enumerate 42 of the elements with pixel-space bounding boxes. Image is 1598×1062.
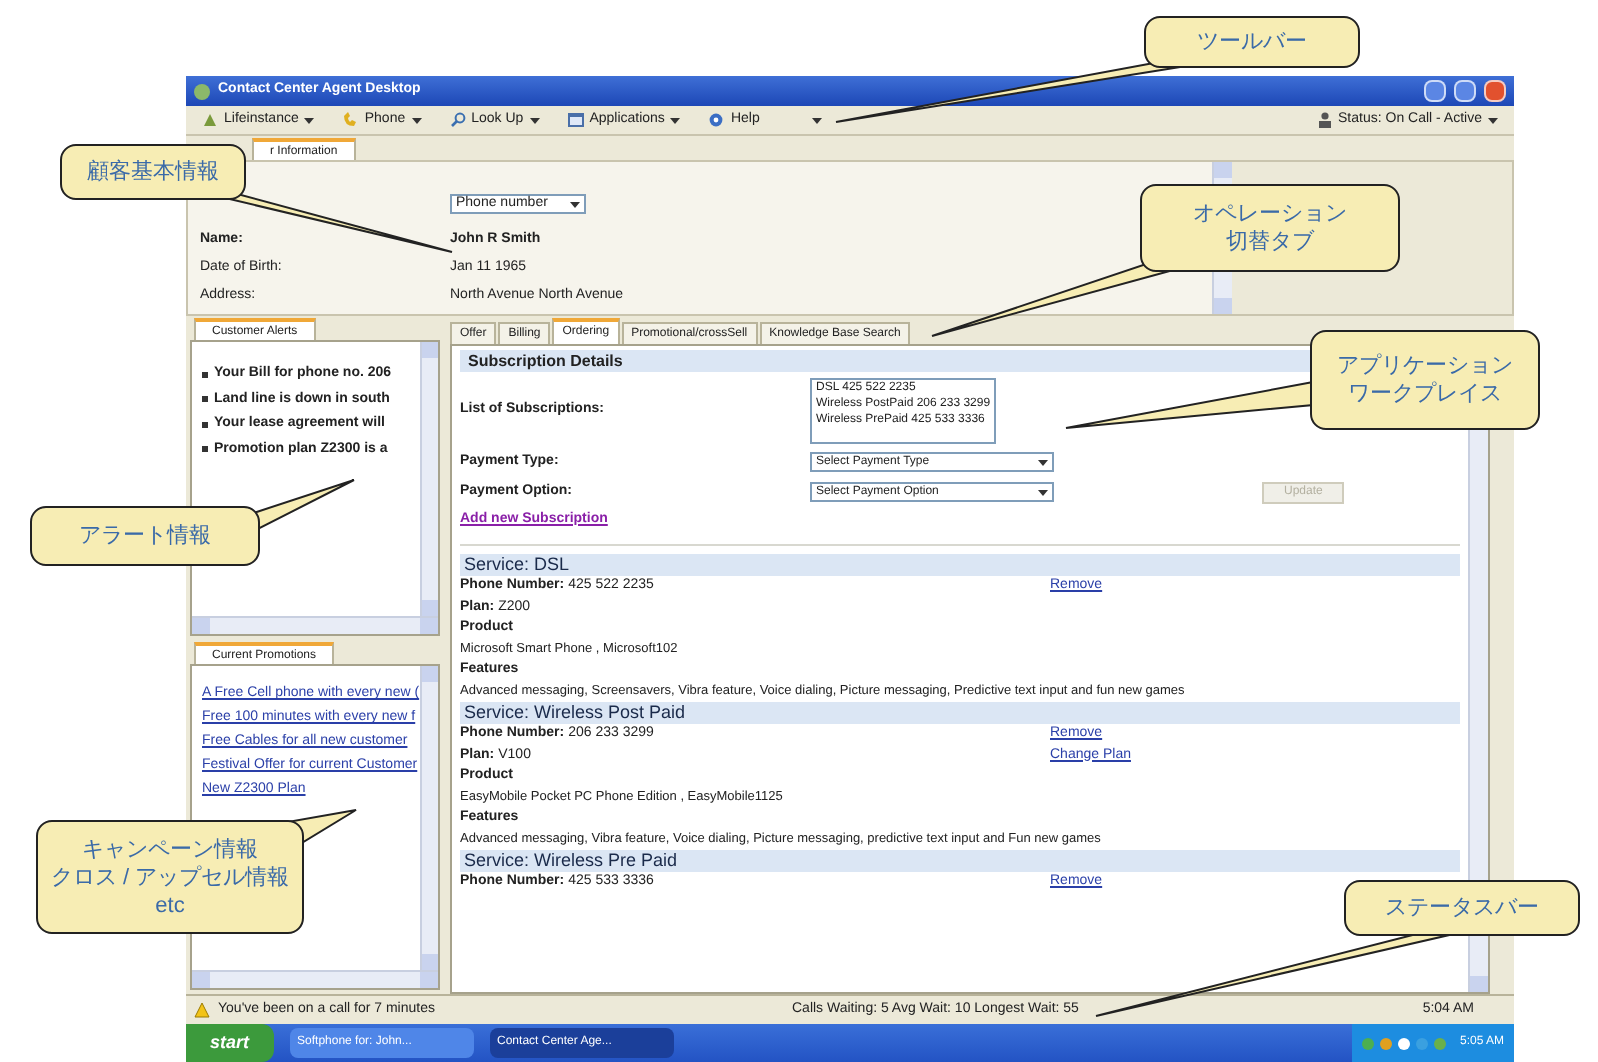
phone-icon xyxy=(342,112,359,128)
agent-icon xyxy=(1318,112,1333,128)
callout-text: ステータスバー xyxy=(1385,894,1539,922)
start-button[interactable]: start xyxy=(186,1024,274,1062)
maximize-button[interactable] xyxy=(1454,80,1476,102)
caret-icon xyxy=(1038,489,1048,495)
scrollbar[interactable] xyxy=(420,666,438,970)
help-icon xyxy=(708,112,725,128)
callout-text: etc xyxy=(155,891,185,919)
bullet-icon xyxy=(202,396,208,402)
toolbar-dropdown[interactable] xyxy=(811,117,822,123)
close-button[interactable] xyxy=(1484,80,1506,102)
scrollbar[interactable] xyxy=(192,970,438,988)
caret-icon xyxy=(529,117,540,123)
triangle-icon xyxy=(202,112,218,128)
scrollbar[interactable] xyxy=(420,342,438,616)
section-header: Service: Wireless Post Paid xyxy=(460,702,1460,724)
caret-icon xyxy=(1488,117,1498,123)
scrollbar[interactable] xyxy=(192,616,438,634)
callout-text: 切替タブ xyxy=(1226,228,1314,256)
callout-text: 顧客基本情報 xyxy=(87,158,219,186)
caret-icon xyxy=(304,117,315,123)
section-header: Service: DSL xyxy=(460,554,1460,576)
caret-icon xyxy=(411,117,422,123)
callout-text: キャンペーン情報 xyxy=(82,835,258,863)
window-icon xyxy=(567,112,584,128)
bullet-icon xyxy=(202,446,208,452)
search-icon xyxy=(449,112,466,128)
minimize-button[interactable] xyxy=(1424,80,1446,102)
warning-icon xyxy=(194,1002,210,1018)
caret-icon xyxy=(1038,459,1048,466)
bullet-icon xyxy=(202,371,208,377)
callout-text: ツールバー xyxy=(1197,28,1307,56)
callout-text: クロス / アップセル情報 xyxy=(50,863,290,891)
callout-text: アラート情報 xyxy=(79,522,211,550)
caret-icon xyxy=(670,117,681,123)
callout-text: オペレーション xyxy=(1193,200,1347,228)
bullet-icon xyxy=(202,421,208,427)
callout-text: ワークプレイス xyxy=(1348,380,1502,408)
app-icon xyxy=(194,83,210,99)
section-header: Service: Wireless Pre Paid xyxy=(460,850,1460,872)
caret-icon xyxy=(570,201,580,207)
